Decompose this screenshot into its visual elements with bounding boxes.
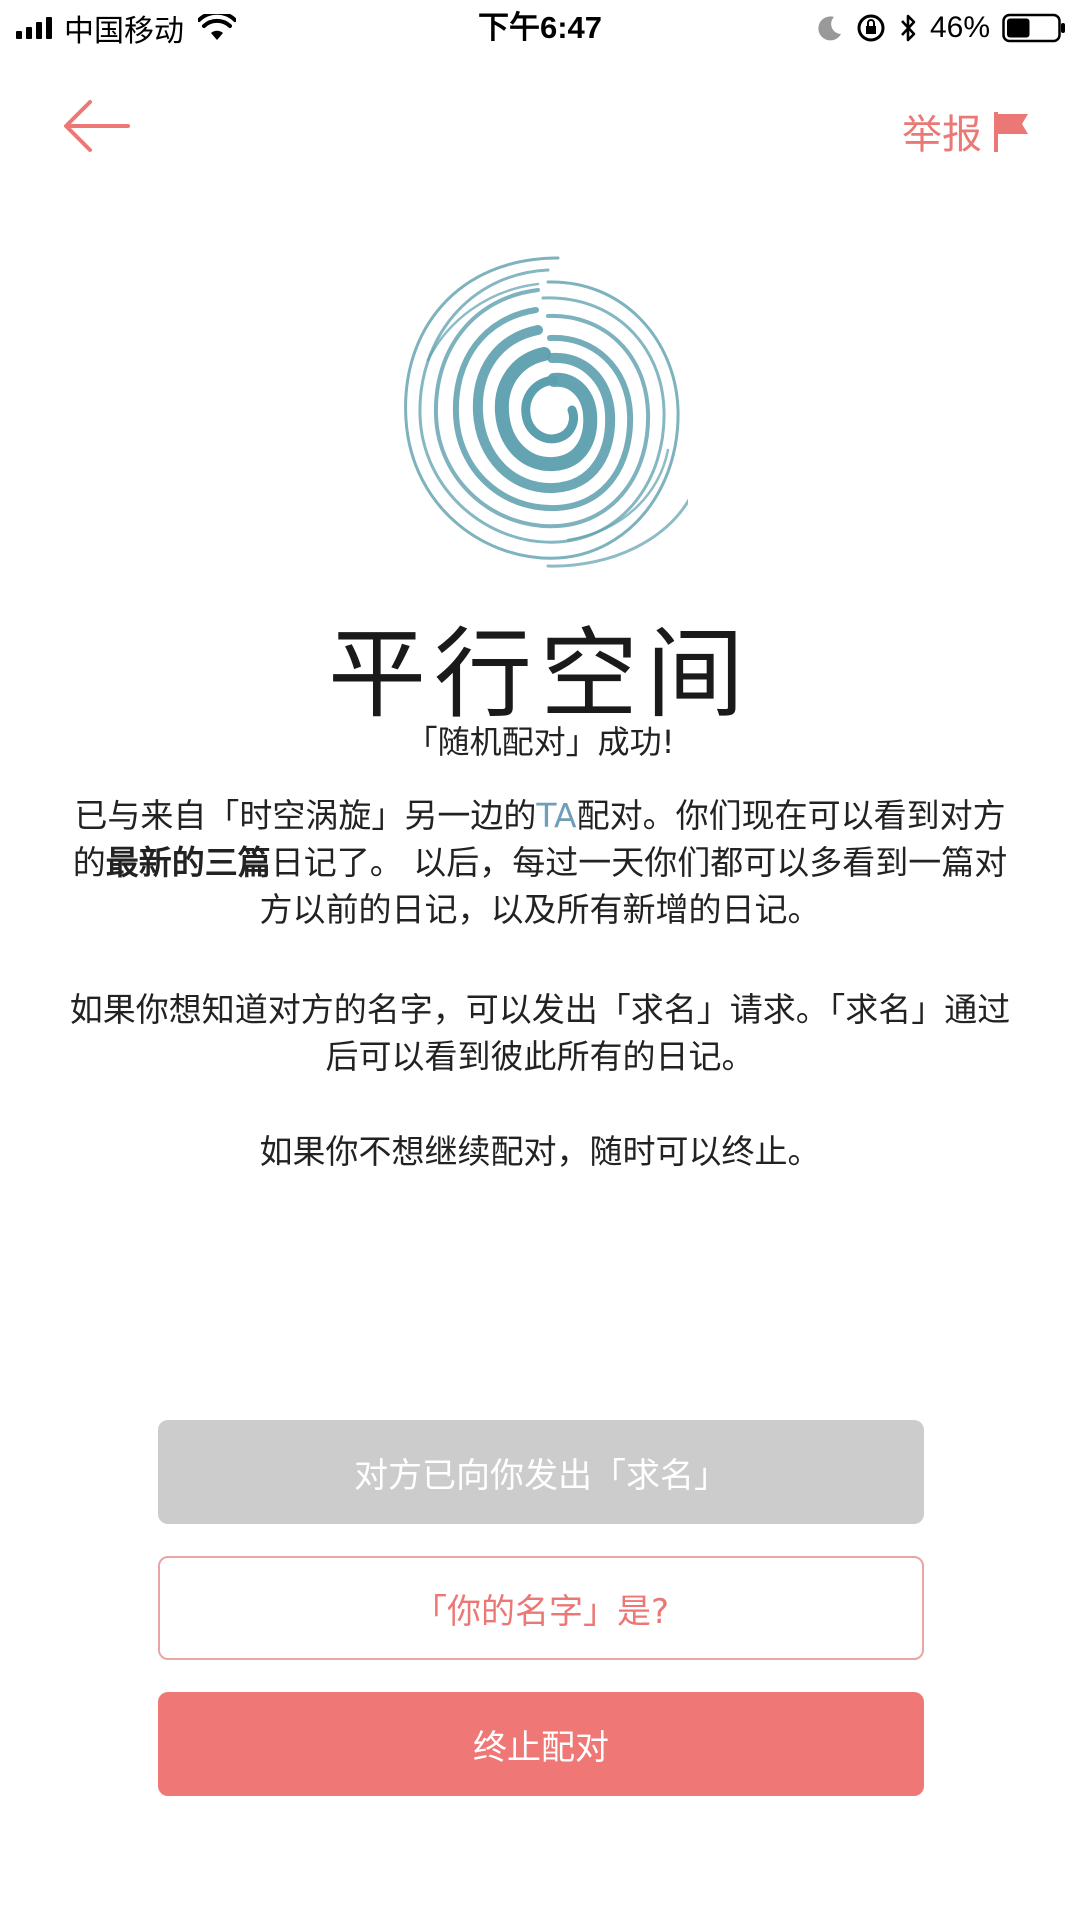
name-request-received-button[interactable]: 对方已向你发出「求名」 bbox=[158, 1420, 924, 1524]
intro-text-3: 日记了。 以后，每过一天你们都可以多看到一篇对方以前的日记，以及所有新增的日记。 bbox=[259, 843, 1008, 929]
page-title: 平行空间 bbox=[327, 618, 752, 732]
your-name-button[interactable]: 「你的名字」是? bbox=[158, 1556, 924, 1660]
status-bar: 中国移动 下午6:47 46% bbox=[0, 0, 1080, 56]
report-button[interactable]: 举报 bbox=[902, 104, 1030, 158]
battery-icon bbox=[1002, 13, 1065, 43]
back-button[interactable] bbox=[62, 98, 130, 154]
intro-paragraph: 已与来自「时空涡旋」另一边的TA配对。你们现在可以看到对方的最新的三篇日记了。 … bbox=[64, 792, 1016, 933]
status-right: 46% bbox=[816, 8, 1066, 48]
name-request-paragraph: 如果你想知道对方的名字，可以发出「求名」请求。「求名」通过后可以看到彼此所有的日… bbox=[69, 990, 1011, 1076]
rotation-lock-icon bbox=[857, 14, 885, 42]
intro-bold-text: 最新的三篇 bbox=[105, 843, 271, 882]
screen: 中国移动 下午6:47 46% 举报 平行空间 「随机配对」成功! 已与来自「时… bbox=[0, 0, 1080, 1920]
bluetooth-icon bbox=[900, 14, 916, 42]
flag-icon bbox=[994, 112, 1028, 152]
end-pairing-paragraph: 如果你不想继续配对，随时可以终止。 bbox=[259, 1132, 821, 1171]
vortex-icon bbox=[404, 256, 688, 568]
arrow-left-icon bbox=[64, 100, 130, 152]
ta-highlight: TA bbox=[536, 796, 577, 835]
end-pairing-button[interactable]: 终止配对 bbox=[158, 1692, 924, 1796]
report-label: 举报 bbox=[902, 112, 982, 158]
battery-percent: 46% bbox=[929, 11, 990, 44]
page-subtitle: 「随机配对」成功! bbox=[405, 723, 675, 761]
moon-icon bbox=[818, 16, 841, 41]
intro-text-1: 已与来自「时空涡旋」另一边的 bbox=[74, 796, 537, 835]
